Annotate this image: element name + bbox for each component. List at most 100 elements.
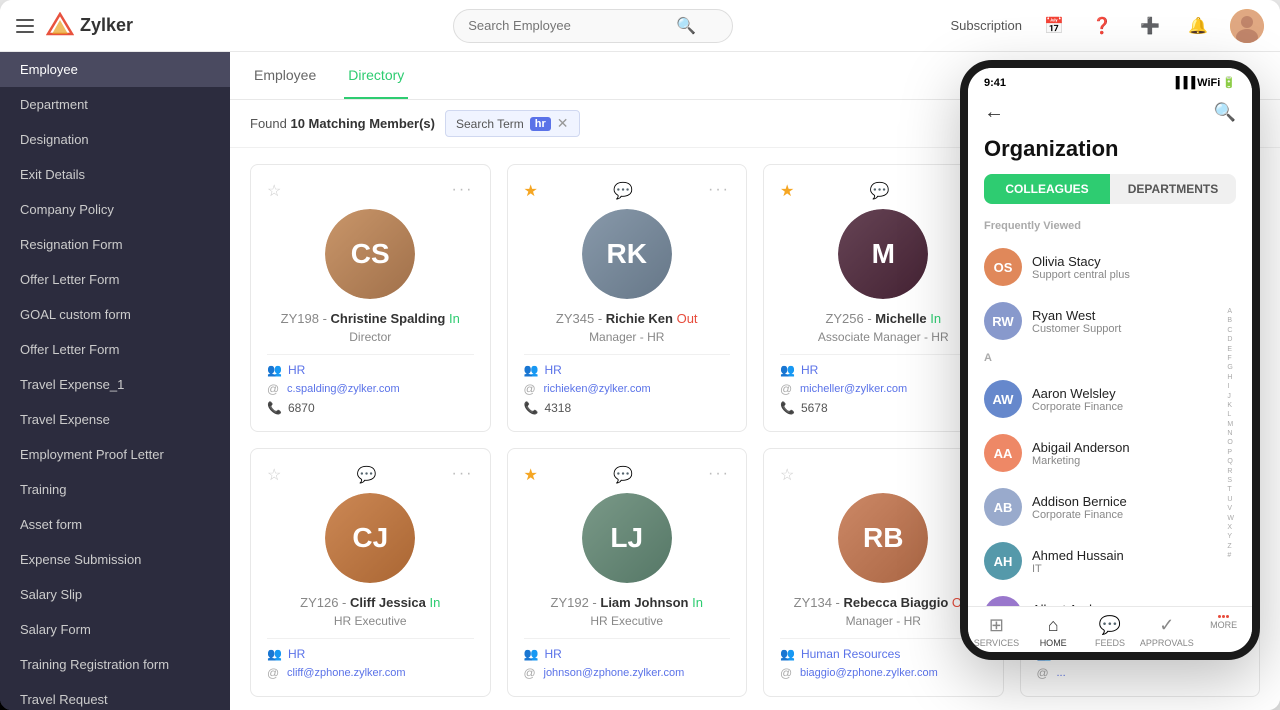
mobile-contact-item[interactable]: OS Olivia Stacy Support central plus bbox=[968, 240, 1252, 294]
help-icon[interactable]: ❓ bbox=[1086, 10, 1118, 42]
email-link[interactable]: biaggio@zphone.zylker.com bbox=[800, 667, 938, 679]
search-input[interactable] bbox=[468, 18, 668, 33]
dept-link[interactable]: HR bbox=[288, 363, 305, 377]
sidebar-item-employment-proof-letter[interactable]: Employment Proof Letter bbox=[0, 437, 230, 472]
star-button[interactable]: ★ bbox=[780, 181, 794, 201]
alphabet-letter-T[interactable]: T bbox=[1227, 486, 1234, 494]
alphabet-letter-S[interactable]: S bbox=[1227, 477, 1234, 485]
chat-icon[interactable]: 💬 bbox=[613, 465, 633, 485]
hamburger-icon[interactable] bbox=[16, 19, 34, 33]
sidebar-item-training-registration-form[interactable]: Training Registration form bbox=[0, 647, 230, 682]
alphabet-letter-Y[interactable]: Y bbox=[1227, 533, 1234, 541]
email-link[interactable]: johnson@zphone.zylker.com bbox=[544, 667, 685, 679]
mobile-contact-item[interactable]: AA Abigail Anderson Marketing bbox=[968, 426, 1252, 480]
sidebar-item-employee[interactable]: Employee bbox=[0, 52, 230, 87]
alphabet-letter-J[interactable]: J bbox=[1227, 393, 1234, 401]
mobile-nav-feeds[interactable]: 💬FEEDS bbox=[1082, 615, 1139, 648]
alphabet-letter-Z[interactable]: Z bbox=[1227, 543, 1234, 551]
card-menu-button[interactable]: ··· bbox=[452, 181, 474, 199]
sidebar-item-travel-request[interactable]: Travel Request bbox=[0, 682, 230, 710]
star-button[interactable]: ☆ bbox=[267, 465, 281, 485]
mobile-tab-departments[interactable]: DEPARTMENTS bbox=[1110, 174, 1236, 204]
alphabet-letter-R[interactable]: R bbox=[1227, 468, 1234, 476]
email-link[interactable]: c.spalding@zylker.com bbox=[287, 383, 400, 395]
mobile-contact-item[interactable]: AH Ahmed Hussain IT bbox=[968, 534, 1252, 588]
sidebar-item-training[interactable]: Training bbox=[0, 472, 230, 507]
sidebar-item-resignation-form[interactable]: Resignation Form bbox=[0, 227, 230, 262]
tab-employee[interactable]: Employee bbox=[250, 53, 320, 99]
alphabet-letter-M[interactable]: M bbox=[1227, 421, 1234, 429]
alphabet-letter-X[interactable]: X bbox=[1227, 524, 1234, 532]
mobile-nav-approvals[interactable]: ✓APPROVALS bbox=[1138, 615, 1195, 648]
sidebar-item-salary-form[interactable]: Salary Form bbox=[0, 612, 230, 647]
alphabet-letter-G[interactable]: G bbox=[1227, 364, 1234, 372]
mobile-nav-more[interactable]: MORE bbox=[1195, 615, 1252, 648]
sidebar-item-travel-expense_1[interactable]: Travel Expense_1 bbox=[0, 367, 230, 402]
calendar-icon[interactable]: 📅 bbox=[1038, 10, 1070, 42]
sidebar-item-offer-letter-form[interactable]: Offer Letter Form bbox=[0, 332, 230, 367]
sidebar-item-expense-submission[interactable]: Expense Submission bbox=[0, 542, 230, 577]
alphabet-letter-Q[interactable]: Q bbox=[1227, 458, 1234, 466]
alphabet-letter-P[interactable]: P bbox=[1227, 449, 1234, 457]
mobile-tab-colleagues[interactable]: COLLEAGUES bbox=[984, 174, 1110, 204]
star-button[interactable]: ★ bbox=[524, 181, 538, 201]
alphabet-letter-E[interactable]: E bbox=[1227, 346, 1234, 354]
alphabet-letter-K[interactable]: K bbox=[1227, 402, 1234, 410]
mobile-contact-item[interactable]: AW Aaron Welsley Corporate Finance bbox=[968, 372, 1252, 426]
card-menu-button[interactable]: ··· bbox=[452, 465, 474, 483]
tag-close-button[interactable]: ✕ bbox=[557, 115, 569, 132]
email-link[interactable]: micheller@zylker.com bbox=[800, 383, 907, 395]
alphabet-letter-U[interactable]: U bbox=[1227, 496, 1234, 504]
sidebar-item-offer-letter-form[interactable]: Offer Letter Form bbox=[0, 262, 230, 297]
chat-icon[interactable]: 💬 bbox=[356, 465, 376, 485]
sidebar-item-exit-details[interactable]: Exit Details bbox=[0, 157, 230, 192]
alphabet-letter-C[interactable]: C bbox=[1227, 327, 1234, 335]
dept-link[interactable]: Human Resources bbox=[801, 647, 900, 661]
user-avatar[interactable] bbox=[1230, 9, 1264, 43]
alphabet-letter-#[interactable]: # bbox=[1227, 552, 1234, 560]
chat-icon[interactable]: 💬 bbox=[869, 181, 889, 201]
mobile-nav-services[interactable]: ⊞SERVICES bbox=[968, 615, 1025, 648]
dept-link[interactable]: HR bbox=[801, 363, 818, 377]
add-icon[interactable]: ➕ bbox=[1134, 10, 1166, 42]
sidebar-item-travel-expense[interactable]: Travel Expense bbox=[0, 402, 230, 437]
alphabet-bar[interactable]: ABCDEFGHIJKLMNOPQRSTUVWXYZ# bbox=[1227, 308, 1234, 561]
notification-icon[interactable]: 🔔 bbox=[1182, 10, 1214, 42]
dept-link[interactable]: HR bbox=[544, 363, 561, 377]
sidebar-item-salary-slip[interactable]: Salary Slip bbox=[0, 577, 230, 612]
mobile-contact-item[interactable]: AL Albert Audrey Corporate Finance bbox=[968, 588, 1252, 606]
tab-directory[interactable]: Directory bbox=[344, 53, 408, 99]
alphabet-letter-O[interactable]: O bbox=[1227, 439, 1234, 447]
alphabet-letter-B[interactable]: B bbox=[1227, 317, 1234, 325]
email-link[interactable]: ... bbox=[1057, 667, 1066, 679]
dept-link[interactable]: HR bbox=[288, 647, 305, 661]
alphabet-letter-V[interactable]: V bbox=[1227, 505, 1234, 513]
sidebar-item-designation[interactable]: Designation bbox=[0, 122, 230, 157]
alphabet-letter-H[interactable]: H bbox=[1227, 374, 1234, 382]
email-link[interactable]: richieken@zylker.com bbox=[544, 383, 651, 395]
alphabet-letter-F[interactable]: F bbox=[1227, 355, 1234, 363]
alphabet-letter-D[interactable]: D bbox=[1227, 336, 1234, 344]
mobile-nav-home[interactable]: ⌂HOME bbox=[1025, 615, 1082, 648]
star-button[interactable]: ★ bbox=[524, 465, 538, 485]
star-button[interactable]: ☆ bbox=[780, 465, 794, 485]
alphabet-letter-A[interactable]: A bbox=[1227, 308, 1234, 316]
alphabet-letter-W[interactable]: W bbox=[1227, 515, 1234, 523]
alphabet-letter-N[interactable]: N bbox=[1227, 430, 1234, 438]
mobile-back-button[interactable]: ← bbox=[984, 101, 1004, 124]
alphabet-letter-L[interactable]: L bbox=[1227, 411, 1234, 419]
mobile-contact-item[interactable]: AB Addison Bernice Corporate Finance bbox=[968, 480, 1252, 534]
sidebar-item-goal-custom-form[interactable]: GOAL custom form bbox=[0, 297, 230, 332]
sidebar-item-company-policy[interactable]: Company Policy bbox=[0, 192, 230, 227]
dept-link[interactable]: HR bbox=[544, 647, 561, 661]
sidebar-item-department[interactable]: Department bbox=[0, 87, 230, 122]
card-menu-button[interactable]: ··· bbox=[708, 181, 730, 199]
alphabet-letter-I[interactable]: I bbox=[1227, 383, 1234, 391]
search-icon[interactable]: 🔍 bbox=[676, 16, 696, 36]
email-link[interactable]: cliff@zphone.zylker.com bbox=[287, 667, 406, 679]
sidebar-item-asset-form[interactable]: Asset form bbox=[0, 507, 230, 542]
mobile-search-button[interactable]: 🔍 bbox=[1214, 102, 1236, 123]
chat-icon[interactable]: 💬 bbox=[613, 181, 633, 201]
mobile-contact-item[interactable]: RW Ryan West Customer Support bbox=[968, 294, 1252, 348]
star-button[interactable]: ☆ bbox=[267, 181, 281, 201]
